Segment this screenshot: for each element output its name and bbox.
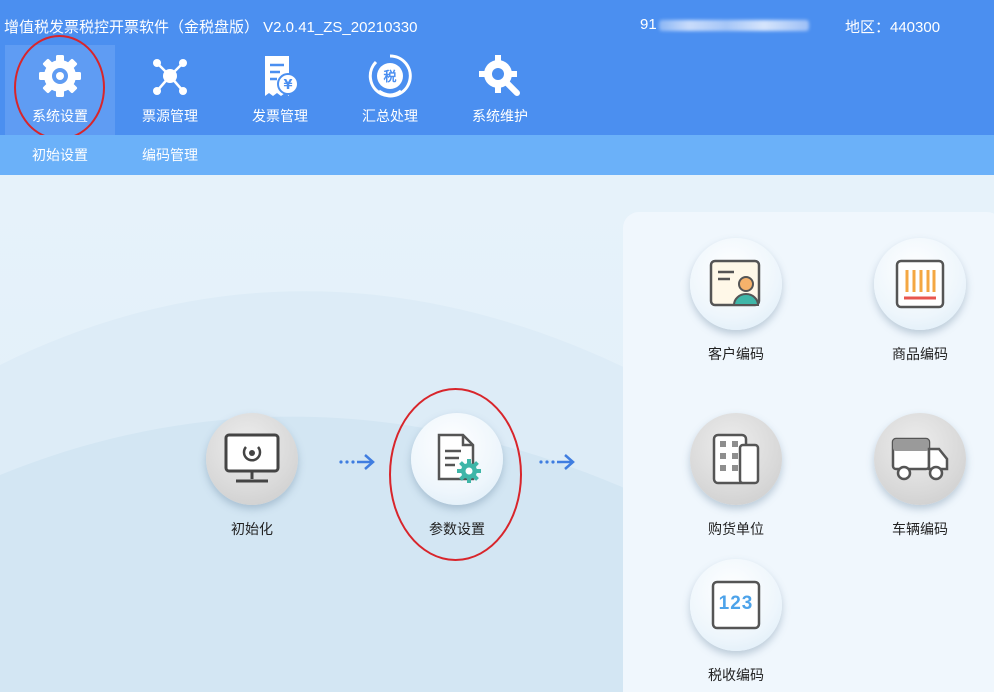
coding-item-label: 车辆编码 [892,521,948,537]
truck-icon [891,437,949,481]
top-header: 增值税发票税控开票软件（金税盘版） V2.0.41_ZS_20210330 91… [0,0,994,140]
buyer-unit-button[interactable] [690,413,782,505]
nav-label: 系统维护 [472,108,528,124]
nav-ticket-source[interactable]: 票源管理 [115,45,225,135]
coding-item-buyer[interactable]: 购货单位 [690,413,782,539]
goods-code-button[interactable] [874,238,966,330]
barcode-icon [895,259,945,309]
nav-system-maintenance[interactable]: 系统维护 [445,45,555,135]
nav-label: 票源管理 [142,108,198,124]
main-nav: 系统设置 票源管理 ¥ 发票管理 税 汇总处理 系统维护 [5,45,555,135]
nav-label: 汇总处理 [362,108,418,124]
nav-system-settings[interactable]: 系统设置 [5,45,115,135]
code-text: 123 [718,593,754,614]
flow-node-parameter-settings[interactable]: 参数设置 [411,413,503,539]
parameter-settings-button[interactable] [411,413,503,505]
tax-id-prefix: 91 [640,16,657,33]
coding-item-customer[interactable]: 客户编码 [690,238,782,364]
coding-item-label: 购货单位 [708,521,764,537]
svg-text:¥: ¥ [283,78,292,93]
main-content: 初始化 参数设置 客户编码 商品编码 购货单位 车辆编码 123 税收编码 [0,175,994,692]
flow-arrow-icon [339,454,375,470]
tax-id-redacted [658,19,809,31]
svg-text:税: 税 [383,69,396,85]
app-title: 增值税发票税控开票软件（金税盘版） V2.0.41_ZS_20210330 [4,19,418,36]
coding-item-tax[interactable]: 123 税收编码 [690,559,782,685]
nav-label: 系统设置 [32,108,88,124]
flow-node-initialize[interactable]: 初始化 [206,413,298,539]
gear-icon [39,55,81,97]
document-settings-icon [437,433,481,483]
maintenance-icon [479,55,520,96]
nav-summary-processing[interactable]: 税 汇总处理 [335,45,445,135]
flow-node-label: 初始化 [231,521,273,537]
vehicle-code-button[interactable] [874,413,966,505]
subtab-initial-settings[interactable]: 初始设置 [32,135,88,175]
subtab-code-management[interactable]: 编码管理 [142,135,198,175]
nav-invoice-management[interactable]: ¥ 发票管理 [225,45,335,135]
building-icon [712,433,760,485]
coding-item-label: 商品编码 [892,346,948,362]
coding-item-goods[interactable]: 商品编码 [874,238,966,364]
tax-id: 91 [640,16,809,33]
tax-summary-icon: 税 [368,54,412,98]
coding-item-vehicle[interactable]: 车辆编码 [874,413,966,539]
tax-code-button[interactable]: 123 [690,559,782,651]
monitor-icon [224,433,280,483]
coding-item-label: 客户编码 [708,346,764,362]
nav-label: 发票管理 [252,108,308,124]
coding-item-label: 税收编码 [708,667,764,683]
initialize-button[interactable] [206,413,298,505]
customer-card-icon [709,259,761,307]
region-label: 地区：440300 [845,19,941,36]
flow-arrow-icon [539,454,575,470]
network-icon [153,59,187,95]
customer-code-button[interactable] [690,238,782,330]
sub-nav: 初始设置 编码管理 [0,135,994,175]
invoice-icon: ¥ [265,56,299,96]
flow-node-label: 参数设置 [429,521,485,537]
